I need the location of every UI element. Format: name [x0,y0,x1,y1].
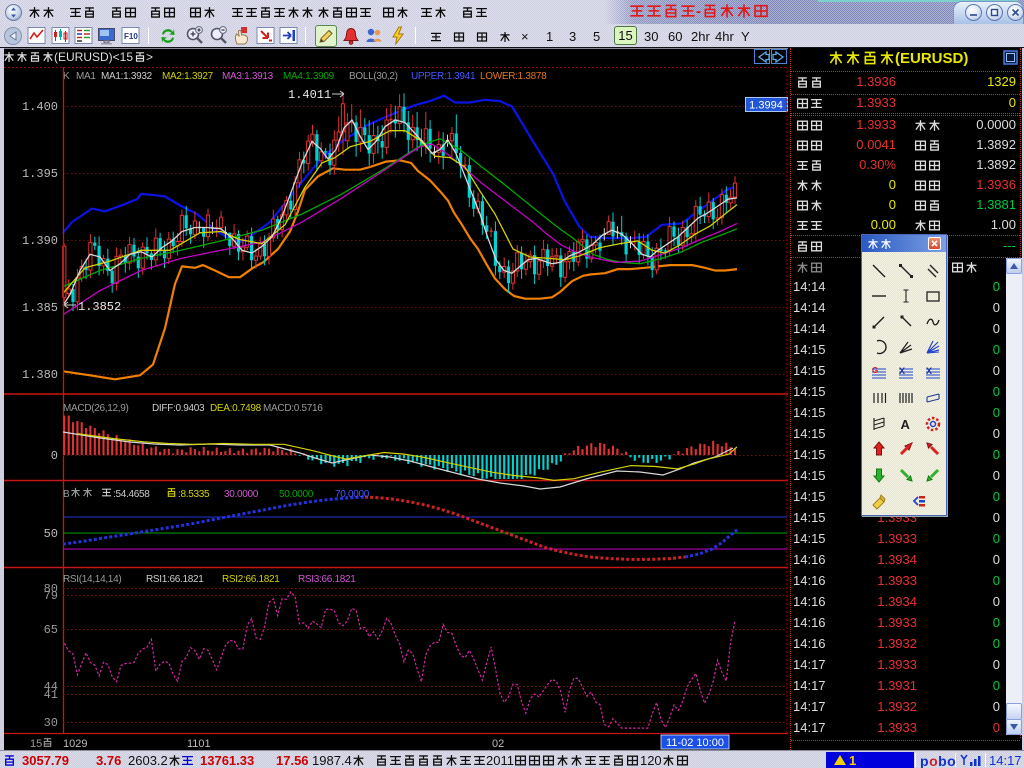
svg-text:G: G [872,366,878,375]
svg-text:1.4011: 1.4011 [288,88,331,102]
svg-text:1.3994: 1.3994 [749,100,783,112]
svg-text:02: 02 [492,738,504,750]
svg-text:1.400: 1.400 [22,100,58,114]
svg-text:MACD(26,12,9)DIFF:0.9403DEA:0.: MACD(26,12,9)DIFF:0.9403DEA:0.7498MACD:0… [63,403,323,414]
svg-text:B: B [63,489,70,500]
svg-text:1029: 1029 [63,738,87,750]
svg-text:1.390: 1.390 [22,234,58,248]
svg-text::54.4658: :54.4658 [113,489,150,500]
svg-text:1101: 1101 [187,738,211,750]
svg-text:15: 15 [30,738,42,750]
svg-text:0: 0 [51,449,58,463]
svg-text:79: 79 [44,589,58,603]
svg-text:1.385: 1.385 [22,301,58,315]
svg-text:KMA1MA1:1.3932MA2:1.3927MA3:1.: KMA1MA1:1.3932MA2:1.3927MA3:1.3913MA4:1.… [63,71,547,82]
svg-text:1.380: 1.380 [22,368,58,382]
svg-text:11-02 10:00: 11-02 10:00 [666,737,724,749]
svg-text::8.5335: :8.5335 [178,489,210,500]
svg-text:X: X [926,366,932,376]
svg-text:A: A [901,417,911,432]
svg-text:1.395: 1.395 [22,167,58,181]
svg-text:30: 30 [44,716,58,730]
svg-text:70.0000: 70.0000 [335,489,370,500]
svg-text:50.0000: 50.0000 [279,489,314,500]
svg-text:30.0000: 30.0000 [224,489,259,500]
svg-text:65: 65 [44,623,58,637]
svg-text:X: X [899,366,905,376]
svg-text:50: 50 [44,527,58,541]
svg-text:1.3852: 1.3852 [78,300,121,314]
svg-text:41: 41 [44,688,58,702]
svg-text:F10: F10 [124,32,138,41]
